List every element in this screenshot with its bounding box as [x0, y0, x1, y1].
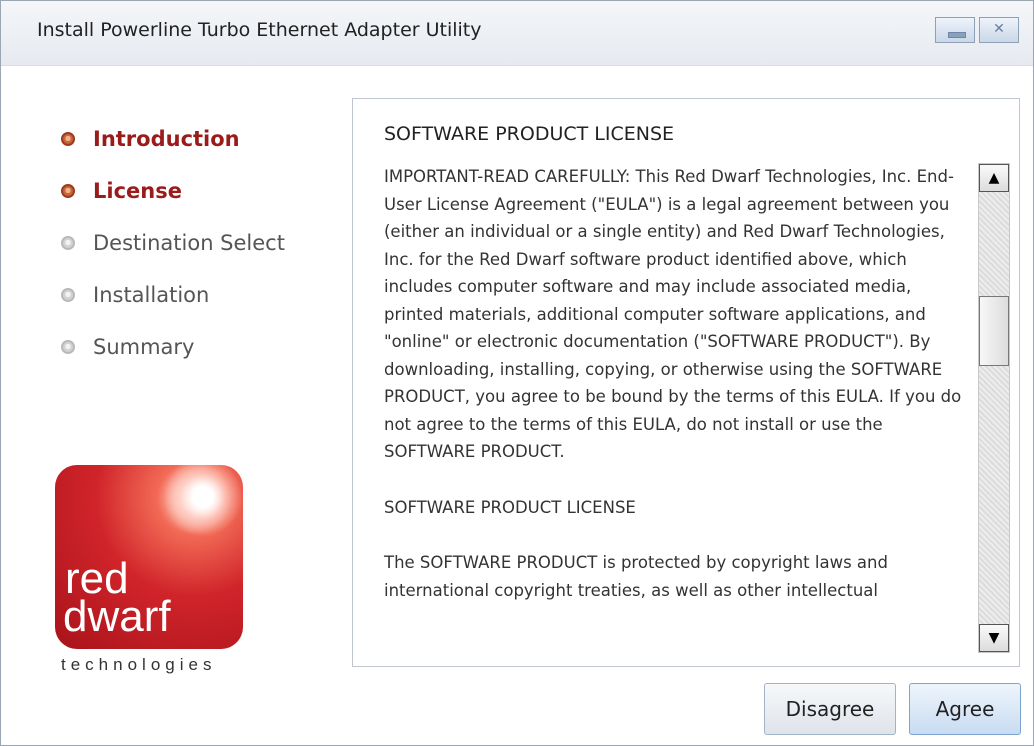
close-button[interactable]: ✕ [979, 17, 1019, 43]
step-label: Installation [93, 283, 210, 307]
minimize-icon [948, 32, 966, 38]
installation-steps: Introduction License Destination Select … [61, 113, 321, 373]
step-introduction: Introduction [61, 113, 321, 165]
license-text-panel[interactable]: SOFTWARE PRODUCT LICENSE IMPORTANT-READ … [352, 98, 1020, 667]
logo-word-dwarf: dwarf [63, 592, 171, 641]
scroll-down-arrow-icon: ▼ [988, 630, 1000, 646]
step-bullet-icon [61, 132, 75, 146]
step-installation: Installation [61, 269, 321, 321]
agree-button[interactable]: Agree [909, 683, 1021, 735]
step-label: License [93, 179, 182, 203]
step-license: License [61, 165, 321, 217]
scroll-thumb[interactable] [979, 296, 1009, 366]
license-body: IMPORTANT-READ CAREFULLY: This Red Dwarf… [384, 163, 964, 604]
title-bar: Install Powerline Turbo Ethernet Adapter… [1, 1, 1033, 66]
minimize-button[interactable] [935, 17, 975, 43]
step-label: Destination Select [93, 231, 285, 255]
disagree-button[interactable]: Disagree [764, 683, 896, 735]
license-subheading: SOFTWARE PRODUCT LICENSE [384, 497, 636, 517]
step-bullet-icon [61, 340, 75, 354]
license-title: SOFTWARE PRODUCT LICENSE [384, 123, 675, 145]
step-bullet-icon [61, 184, 75, 198]
license-paragraph: The SOFTWARE PRODUCT is protected by cop… [384, 553, 888, 600]
step-destination-select: Destination Select [61, 217, 321, 269]
red-dwarf-logo: red dwarf [55, 465, 243, 649]
step-label: Introduction [93, 127, 240, 151]
installer-window: Install Powerline Turbo Ethernet Adapter… [0, 0, 1034, 746]
window-title: Install Powerline Turbo Ethernet Adapter… [37, 19, 482, 41]
scroll-down-button[interactable]: ▼ [979, 624, 1009, 652]
license-scrollbar[interactable]: ▲ ▼ [978, 163, 1010, 653]
scroll-up-button[interactable]: ▲ [979, 164, 1009, 192]
close-icon: ✕ [993, 21, 1005, 37]
license-paragraph: IMPORTANT-READ CAREFULLY: This Red Dwarf… [384, 167, 962, 461]
scroll-up-arrow-icon: ▲ [988, 170, 1000, 186]
logo-orb [163, 465, 243, 537]
step-bullet-icon [61, 288, 75, 302]
step-bullet-icon [61, 236, 75, 250]
logo-subtitle: technologies [61, 655, 217, 674]
step-summary: Summary [61, 321, 321, 373]
step-label: Summary [93, 335, 195, 359]
